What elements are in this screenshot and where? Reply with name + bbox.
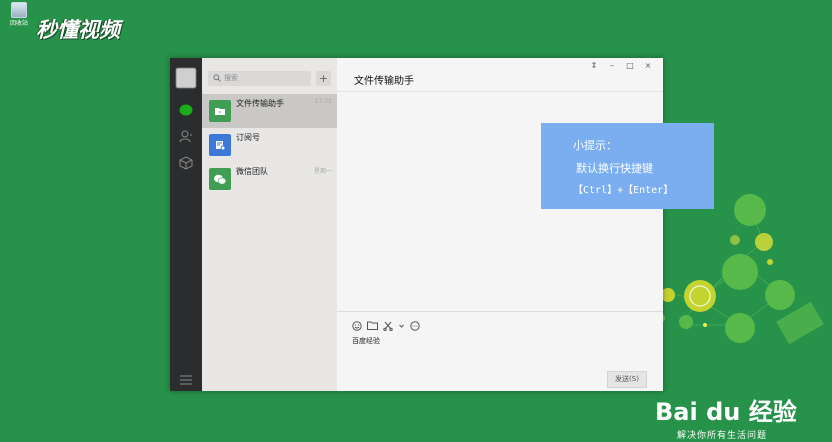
contacts-icon[interactable]: [178, 128, 194, 144]
chat-time: 星期一: [313, 168, 332, 175]
search-input[interactable]: 搜索: [208, 71, 311, 86]
window-controls: ⇕ – □ ×: [585, 60, 657, 72]
baidu-watermark: Bai du 经验 解决你所有生活问题: [655, 392, 797, 441]
desktop-recycle-bin[interactable]: 回收站: [6, 2, 32, 27]
watermark-slogan: 解决你所有生活问题: [677, 431, 768, 441]
scissors-icon[interactable]: [383, 320, 394, 331]
tip-title: 小提示：: [573, 139, 617, 152]
input-toolbar: [351, 320, 420, 331]
search-icon: [213, 74, 221, 82]
user-avatar[interactable]: [176, 68, 196, 88]
chat-item-wechat-team[interactable]: 微信团队 星期一: [202, 162, 337, 196]
chevron-down-icon[interactable]: [399, 320, 404, 331]
search-placeholder: 搜索: [224, 74, 238, 82]
sidebar-rail: [170, 58, 202, 391]
video-logo: 秒懂视频: [36, 18, 120, 42]
watermark-brand: Bai du 经验: [655, 398, 797, 426]
folder-icon[interactable]: [367, 320, 378, 331]
tip-box: 小提示： 默认换行快捷键 【Ctrl】+【Enter】: [541, 123, 714, 209]
folder-icon: [209, 100, 231, 122]
pin-button[interactable]: ⇕: [585, 60, 603, 72]
wechat-logo-icon: [209, 168, 231, 190]
chat-title: 文件传输助手: [354, 76, 414, 87]
chat-item-file-transfer[interactable]: 文件传输助手 17:22: [202, 94, 337, 128]
wechat-window: 搜索 + 文件传输助手 17:22 订阅号 微信团队 星期一 文件传输助手 ⇕: [170, 58, 663, 391]
chat-icon[interactable]: [178, 102, 194, 118]
chat-time: 17:22: [314, 98, 332, 105]
tip-line1: 默认换行快捷键: [576, 162, 653, 175]
chat-main-panel: 文件传输助手 ⇕ – □ × 百度经验 发送(S): [337, 58, 663, 391]
subscription-icon: [209, 134, 231, 156]
desktop-icon-label: 回收站: [9, 20, 28, 27]
chat-list-panel: 搜索 + 文件传输助手 17:22 订阅号 微信团队 星期一: [202, 58, 337, 391]
recycle-bin-icon: [11, 2, 27, 18]
emoji-icon[interactable]: [351, 320, 362, 331]
chat-bubble-icon[interactable]: [409, 320, 420, 331]
chat-name: 订阅号: [236, 133, 260, 142]
chat-item-subscriptions[interactable]: 订阅号: [202, 128, 337, 162]
message-input[interactable]: 百度经验: [352, 336, 380, 346]
header-divider: [337, 91, 663, 92]
add-button[interactable]: +: [316, 71, 331, 86]
chat-name: 微信团队: [236, 167, 268, 176]
tip-line2: 【Ctrl】+【Enter】: [573, 185, 674, 196]
send-button[interactable]: 发送(S): [607, 371, 647, 388]
minimize-button[interactable]: –: [603, 60, 621, 72]
menu-icon[interactable]: [179, 370, 193, 385]
chat-name: 文件传输助手: [236, 99, 284, 108]
maximize-button[interactable]: □: [621, 60, 639, 72]
close-button[interactable]: ×: [639, 60, 657, 72]
favorites-icon[interactable]: [178, 155, 194, 171]
input-divider: [337, 311, 663, 312]
